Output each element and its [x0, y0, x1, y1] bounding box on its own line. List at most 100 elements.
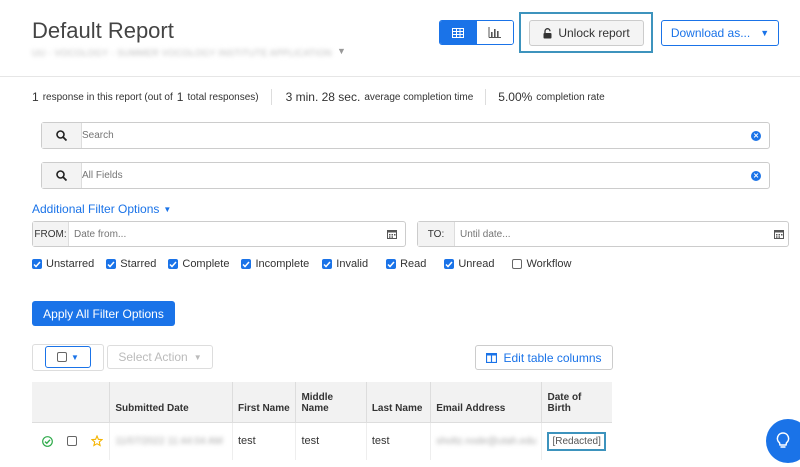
- cell-submitted-date: 11/07/2022 11:44:04 AM: [109, 422, 233, 460]
- avg-time-value: 3 min. 28 sec.: [285, 90, 361, 104]
- select-all-dropdown[interactable]: ▼: [45, 346, 91, 368]
- header-controls-cell: [32, 382, 111, 423]
- checkbox-label: Workflow: [526, 258, 572, 270]
- responses-table: Submitted Date First Name Middle Name La…: [32, 382, 612, 460]
- cell-last-name: test: [366, 422, 432, 460]
- checkbox-unread[interactable]: Unread: [444, 258, 494, 270]
- checkbox-checked-icon[interactable]: [32, 259, 42, 269]
- edit-columns-label: Edit table columns: [503, 350, 602, 365]
- avg-time-stat: 3 min. 28 sec. average completion time: [272, 89, 487, 105]
- checkbox-checked-icon[interactable]: [168, 259, 179, 269]
- unlock-report-button[interactable]: Unlock report: [529, 20, 644, 46]
- checkbox-unchecked-icon[interactable]: [57, 352, 68, 362]
- calendar-icon[interactable]: [774, 229, 784, 239]
- checkbox-checked-icon[interactable]: [444, 259, 455, 269]
- columns-icon: [486, 352, 498, 363]
- field-filter-input[interactable]: [82, 170, 751, 181]
- date-from-input[interactable]: [69, 228, 387, 240]
- date-to-input[interactable]: [455, 228, 774, 240]
- column-header-last-name[interactable]: Last Name: [366, 382, 432, 423]
- table-icon: [452, 27, 465, 38]
- chart-view-button[interactable]: [476, 21, 513, 44]
- checkbox-unchecked-icon[interactable]: [512, 259, 523, 269]
- field-filter-bar: ✕: [41, 162, 770, 189]
- clear-search-icon[interactable]: ✕: [751, 130, 761, 141]
- caret-down-icon: ▼: [163, 204, 172, 214]
- checkbox-label: Complete: [182, 258, 230, 270]
- checkbox-label: Read: [400, 258, 427, 270]
- help-chat-button[interactable]: [766, 419, 800, 463]
- table-row[interactable]: 11/07/2022 11:44:04 AM test test test sh…: [32, 422, 612, 460]
- caret-down-icon: ▼: [71, 352, 79, 362]
- header-divider: [0, 76, 800, 77]
- cell-middle-name: test: [295, 422, 367, 460]
- checkbox-checked-icon[interactable]: [386, 259, 397, 269]
- lock-icon: [543, 27, 552, 38]
- cell-date-of-birth: [Redacted]: [542, 422, 612, 460]
- status-filter-checkboxes: Unstarred Starred Complete Incomplete In…: [32, 258, 571, 270]
- search-icon: [42, 123, 82, 148]
- search-input[interactable]: [82, 130, 751, 141]
- checkbox-read[interactable]: Read: [386, 258, 426, 270]
- chevron-down-icon[interactable]: ▼: [337, 46, 346, 56]
- checkbox-label: Invalid: [336, 258, 369, 270]
- calendar-icon[interactable]: [387, 229, 397, 239]
- date-from-field: FROM:: [32, 221, 406, 247]
- responses-text: response in this report (out of: [42, 91, 173, 103]
- column-header-date-of-birth[interactable]: Date of Birth: [541, 382, 612, 423]
- cell-email-address: sholtz.node@utah.edu: [430, 422, 543, 460]
- caret-down-icon: ▼: [193, 352, 202, 362]
- table-view-button[interactable]: [440, 21, 477, 44]
- search-icon: [42, 163, 82, 188]
- checkbox-unstarred[interactable]: Unstarred: [32, 258, 94, 270]
- edit-table-columns-button[interactable]: Edit table columns: [475, 345, 613, 370]
- responses-text-end: total responses): [187, 91, 259, 103]
- checkbox-starred[interactable]: Starred: [106, 258, 156, 270]
- responses-count: 1: [32, 90, 39, 104]
- additional-filter-options-toggle[interactable]: Additional Filter Options ▼: [32, 202, 171, 216]
- completion-rate-stat: 5.00% completion rate: [486, 89, 616, 105]
- checkbox-invalid[interactable]: Invalid: [322, 258, 368, 270]
- checkbox-checked-icon[interactable]: [322, 259, 333, 269]
- cell-first-name: test: [232, 422, 297, 460]
- avg-time-label: average completion time: [364, 91, 474, 103]
- checkbox-workflow[interactable]: Workflow: [512, 258, 571, 270]
- apply-filters-button[interactable]: Apply All Filter Options: [32, 301, 175, 326]
- completion-rate-label: completion rate: [536, 91, 605, 103]
- column-header-first-name[interactable]: First Name: [232, 382, 297, 423]
- date-from-label: FROM:: [33, 222, 69, 246]
- redacted-value: [Redacted]: [547, 431, 606, 451]
- star-icon[interactable]: [91, 435, 103, 447]
- checkbox-incomplete[interactable]: Incomplete: [241, 258, 309, 270]
- row-controls-cell: [32, 422, 111, 460]
- lightbulb-icon: [776, 432, 790, 448]
- column-header-email-address[interactable]: Email Address: [430, 382, 543, 423]
- checkbox-label: Incomplete: [255, 258, 310, 270]
- checkbox-label: Starred: [120, 258, 157, 270]
- download-as-button[interactable]: Download as... ▼: [661, 20, 779, 46]
- checkbox-label: Unstarred: [46, 258, 95, 270]
- report-stats: 1 response in this report (out of 1 tota…: [32, 89, 617, 105]
- caret-down-icon: ▼: [760, 28, 770, 38]
- completion-rate-value: 5.00%: [498, 90, 533, 104]
- date-to-label: TO:: [418, 222, 455, 246]
- clear-fields-icon[interactable]: ✕: [751, 170, 761, 181]
- responses-total: 1: [176, 90, 184, 104]
- complete-check-icon: [42, 435, 53, 447]
- download-as-label: Download as...: [670, 26, 751, 40]
- checkbox-checked-icon[interactable]: [106, 259, 117, 269]
- table-header-row: Submitted Date First Name Middle Name La…: [32, 382, 612, 423]
- page-title: Default Report: [32, 18, 174, 43]
- survey-name-selector[interactable]: UU - VOCOLOGY - SUMMER VOCOLOGY INSTITUT…: [32, 48, 332, 58]
- checkbox-complete[interactable]: Complete: [168, 258, 229, 270]
- select-action-label: Select Action: [118, 350, 188, 364]
- response-count-stat: 1 response in this report (out of 1 tota…: [32, 89, 272, 105]
- column-header-middle-name[interactable]: Middle Name: [295, 382, 367, 423]
- select-action-dropdown[interactable]: Select Action ▼: [107, 345, 213, 369]
- view-toggle: [439, 20, 514, 45]
- column-header-submitted-date[interactable]: Submitted Date: [109, 382, 233, 423]
- row-checkbox[interactable]: [67, 436, 77, 447]
- date-to-field: TO:: [417, 221, 789, 247]
- checkbox-checked-icon[interactable]: [241, 259, 252, 269]
- search-bar: ✕: [41, 122, 770, 149]
